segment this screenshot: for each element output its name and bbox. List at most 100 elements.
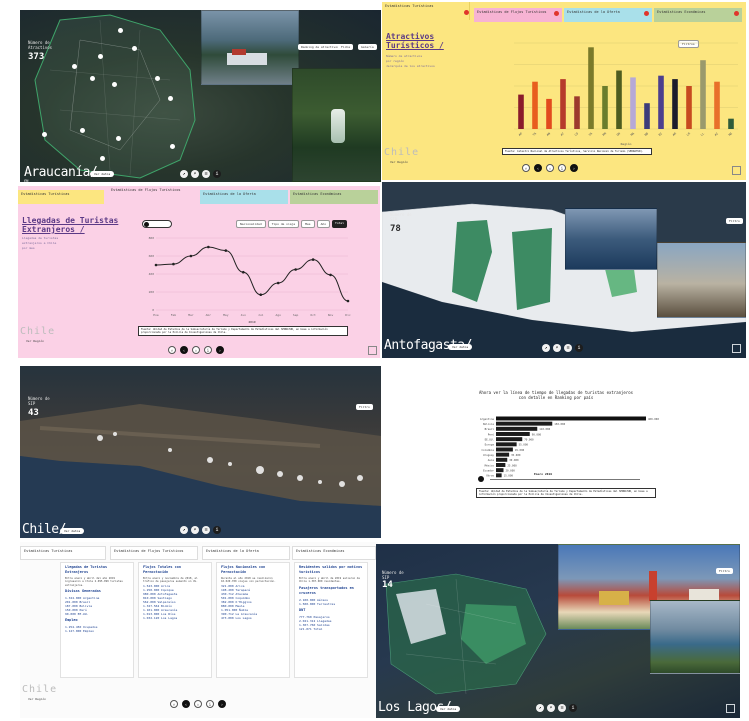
layout-icon[interactable]	[732, 344, 741, 353]
search-icon[interactable]: ⌕	[168, 346, 176, 354]
card-stat[interactable]: 121.071 Total	[295, 627, 367, 631]
tab-economicas[interactable]: Estadísticas Económicas	[290, 190, 378, 204]
filter-ano[interactable]: Año	[316, 220, 331, 228]
info-icon[interactable]: i	[206, 700, 214, 708]
desert-photo[interactable]	[657, 242, 746, 318]
filter-button[interactable]: Filtro	[356, 404, 373, 410]
map-marker[interactable]	[98, 54, 103, 59]
info-icon[interactable]: i	[575, 344, 583, 352]
share-icon[interactable]: ⇪	[194, 700, 202, 708]
dashboard-sub-3[interactable]: Jerarquía de los atractivos	[386, 64, 435, 68]
map-marker[interactable]	[42, 132, 47, 137]
antofagasta-map-panel[interactable]: Número de SIP 78 Filtro Antofagasta/ Ver…	[382, 182, 746, 358]
expand-icon[interactable]: ↗	[542, 344, 550, 352]
search-icon[interactable]: ⌕	[547, 704, 555, 712]
card-stat[interactable]: 1.127.000 Empleo	[61, 629, 133, 633]
tab-flujos-turisticos[interactable]: Estadísticas de Flujos Turísticos	[110, 546, 198, 560]
info-icon[interactable]: i	[213, 526, 221, 534]
search-icon[interactable]: ⌕	[553, 344, 561, 352]
search-icon[interactable]: ⌕	[522, 164, 530, 172]
info-icon[interactable]: i	[213, 170, 221, 178]
info-icon[interactable]: i	[204, 346, 212, 354]
card-stat[interactable]: 473.000 Los Lagos	[217, 616, 289, 620]
play-button[interactable]	[478, 476, 484, 482]
view-data-pill[interactable]: Ver datos	[448, 344, 473, 350]
map-marker[interactable]	[118, 28, 123, 33]
back-link[interactable]: Ver Región	[28, 697, 46, 701]
filter-nacionalidad[interactable]: Nacionalidad	[236, 220, 266, 228]
view-data-pill[interactable]: Ver datos	[90, 171, 115, 177]
expand-icon[interactable]: ↗	[180, 170, 188, 178]
timeline-track[interactable]	[490, 479, 640, 480]
layers-icon[interactable]: ≡	[564, 344, 572, 352]
dashboard-sub-3[interactable]: por mes	[22, 246, 35, 250]
info-icon[interactable]: i	[558, 164, 566, 172]
tab-flujos-turisticos[interactable]: Estadísticas de Flujos Turísticos	[108, 186, 196, 206]
dashboard-sub-2[interactable]: por región	[386, 59, 404, 63]
map-marker[interactable]	[170, 144, 175, 149]
search-icon[interactable]: ⌕	[170, 700, 178, 708]
lake-photo[interactable]	[650, 600, 740, 674]
layers-icon[interactable]: ≡	[202, 526, 210, 534]
next-icon[interactable]: ›	[570, 164, 578, 172]
prev-icon[interactable]: ‹	[180, 346, 188, 354]
map-marker[interactable]	[116, 136, 121, 141]
tab-oferta[interactable]: Estadísticas de la Oferta	[200, 190, 288, 204]
filter-button[interactable]: Filtro	[716, 568, 733, 574]
map-marker[interactable]	[90, 76, 95, 81]
map-marker[interactable]	[155, 76, 160, 81]
tab-oferta[interactable]: Estadísticas de la Oferta	[202, 546, 290, 560]
map-marker[interactable]	[100, 156, 105, 161]
tab-economicas[interactable]: Estadísticas Económicas	[654, 8, 742, 22]
chile-map-panel[interactable]: Número de SIP 43 Filtro Chile/ Ver datos…	[20, 366, 381, 538]
layout-icon[interactable]	[726, 704, 735, 713]
map-marker[interactable]	[112, 82, 117, 87]
map-marker[interactable]	[132, 46, 137, 51]
waterfall-photo[interactable]	[292, 68, 381, 182]
view-data-pill[interactable]: Ver datos	[60, 528, 85, 534]
card-stat[interactable]: 1.032.120 Los Lagos	[139, 616, 211, 620]
tab-economicas[interactable]: Estadísticas Económicas	[292, 546, 376, 560]
map-marker[interactable]	[72, 64, 77, 69]
harbor-photo[interactable]	[201, 10, 299, 85]
search-icon[interactable]: ⌕	[191, 526, 199, 534]
filter-total[interactable]: Total	[332, 220, 348, 228]
expand-icon[interactable]: ↗	[180, 526, 188, 534]
search-icon[interactable]: ⌕	[191, 170, 199, 178]
araucania-map-panel[interactable]: Número de Atractivos 373 Ranking de atra…	[20, 10, 381, 182]
layout-icon[interactable]	[732, 166, 741, 175]
tab-flujos-turisticos[interactable]: Estadísticas de Flujos Turísticos	[474, 8, 562, 22]
tab-estadisticas-turisticas[interactable]: Estadísticas Turísticas	[382, 2, 470, 20]
layout-icon[interactable]	[368, 346, 377, 355]
share-icon[interactable]: ⇪	[546, 164, 554, 172]
expand-icon[interactable]: ↗	[536, 704, 544, 712]
toggle[interactable]	[142, 220, 172, 228]
tab-oferta[interactable]: Estadísticas de la Oferta	[564, 8, 652, 22]
layers-icon[interactable]: ≡	[202, 170, 210, 178]
dashboard-sub-1[interactable]: Llegadas de turistas	[22, 236, 58, 240]
dashboard-sub-1[interactable]: Número de atractivos	[386, 54, 422, 58]
filter-button[interactable]: Filtro	[726, 218, 743, 224]
ocean-photo[interactable]	[565, 208, 657, 270]
ranking-button[interactable]: Ranking de atractivos	[298, 44, 342, 50]
prev-icon[interactable]: ‹	[182, 700, 190, 708]
tab-estadisticas-turisticas[interactable]: Estadísticas Turísticas	[18, 190, 104, 204]
dashboard-sub-2[interactable]: extranjeros a Chile	[22, 241, 56, 245]
ficha-button[interactable]: Ficha	[338, 44, 354, 50]
next-icon[interactable]: ›	[218, 700, 226, 708]
map-marker[interactable]	[168, 96, 173, 101]
back-link[interactable]: Ver Región	[390, 160, 408, 164]
layers-icon[interactable]: ≡	[558, 704, 566, 712]
tab-estadisticas-turisticas[interactable]: Estadísticas Turísticas	[20, 546, 106, 560]
info-icon[interactable]: i	[569, 704, 577, 712]
filter-mes[interactable]: Mes	[301, 220, 315, 228]
share-icon[interactable]: ⇪	[192, 346, 200, 354]
prev-icon[interactable]: ‹	[534, 164, 542, 172]
galeria-button[interactable]: Galería	[358, 44, 377, 50]
loslagos-map-panel[interactable]: Número de SIP 14 Filtro Los Lagos/ Ver d…	[376, 544, 740, 718]
map-marker[interactable]	[80, 128, 85, 133]
back-link[interactable]: Ver Región	[26, 339, 44, 343]
view-data-pill[interactable]: Ver datos	[436, 706, 461, 712]
next-icon[interactable]: ›	[216, 346, 224, 354]
filter-tipo[interactable]: Tipo de viaje	[267, 220, 300, 228]
